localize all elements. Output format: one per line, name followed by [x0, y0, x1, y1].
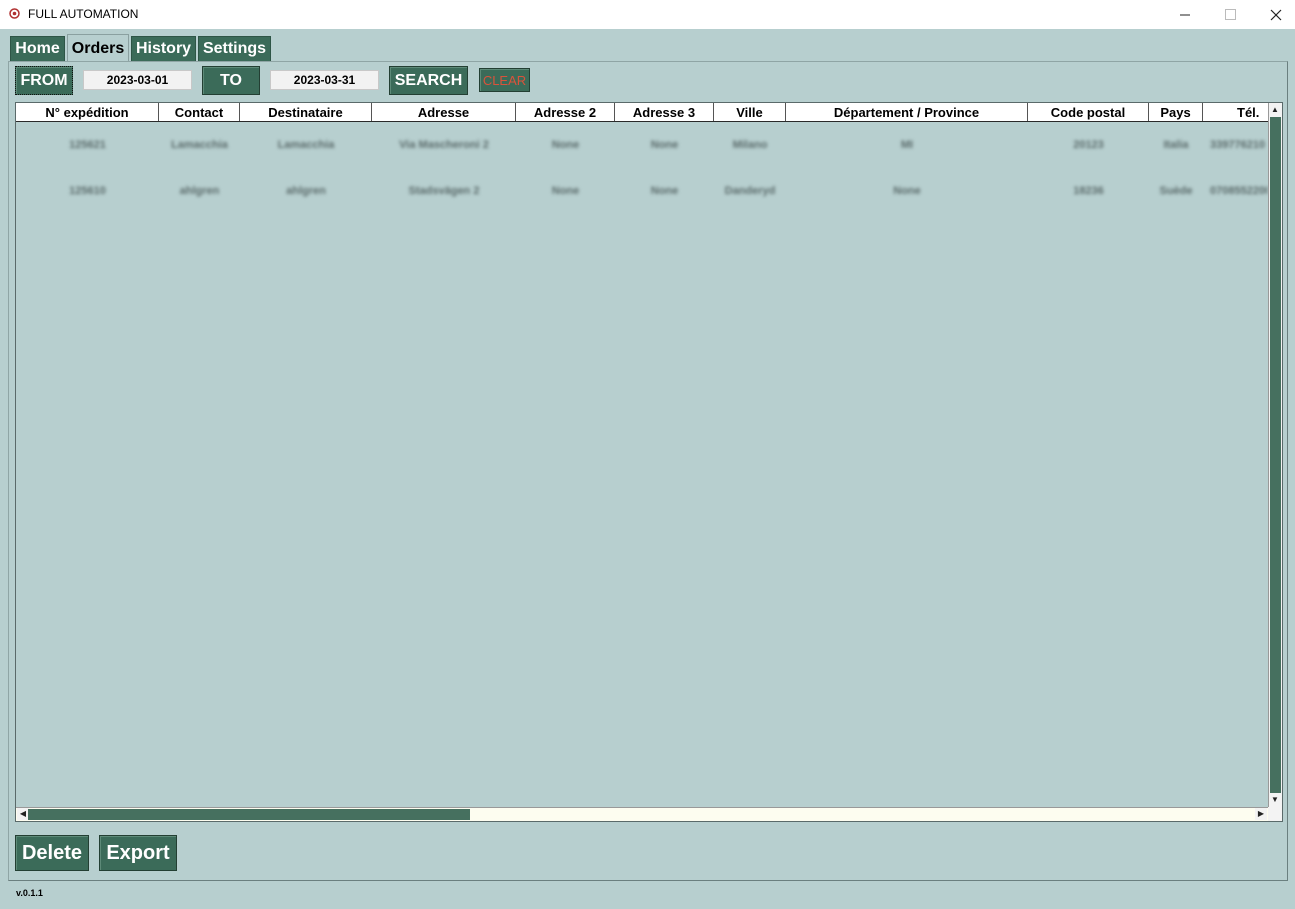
table-header: N° expédition Contact Destinataire Adres… — [16, 103, 1268, 122]
orders-table: N° expédition Contact Destinataire Adres… — [15, 102, 1283, 822]
table-cell: Via Mascheroni 2 — [399, 139, 489, 151]
clear-button[interactable]: CLEAR — [479, 68, 530, 92]
column-header[interactable]: Code postal — [1028, 103, 1149, 121]
close-button[interactable] — [1253, 0, 1295, 29]
version-label: v.0.1.1 — [16, 888, 43, 898]
table-cell: None — [650, 139, 679, 151]
tab-history[interactable]: History — [131, 36, 196, 61]
table-cell: Lamacchia — [277, 139, 335, 151]
minimize-button[interactable] — [1162, 0, 1208, 29]
table-cell: Milano — [732, 139, 768, 151]
maximize-button[interactable] — [1207, 0, 1253, 29]
table-row[interactable]: 125621 Lamacchia Lamacchia Via Mascheron… — [16, 125, 1268, 165]
column-header[interactable]: Tél. — [1203, 103, 1268, 121]
search-button[interactable]: SEARCH — [389, 66, 468, 95]
table-cell: 125621 — [69, 139, 106, 151]
table-cell: 339776210 — [1210, 139, 1266, 151]
table-row[interactable]: 125610 ahlgren ahlgren Stadsvägen 2 None… — [16, 171, 1268, 211]
scroll-up-icon[interactable]: ▲ — [1269, 104, 1281, 116]
from-button[interactable]: FROM — [15, 66, 73, 95]
column-header[interactable]: N° expédition — [16, 103, 159, 121]
table-cell: Danderyd — [724, 185, 776, 197]
column-header[interactable]: Pays — [1149, 103, 1203, 121]
title-bar: FULL AUTOMATION — [0, 0, 1295, 29]
table-cell: Suède — [1159, 185, 1193, 197]
horizontal-scrollbar[interactable]: ◀ ▶ — [16, 807, 1268, 821]
table-cell: None — [650, 185, 679, 197]
horizontal-scroll-thumb[interactable] — [28, 809, 470, 820]
delete-button[interactable]: Delete — [15, 835, 89, 871]
column-header[interactable]: Adresse — [372, 103, 516, 121]
table-cell: None — [551, 139, 580, 151]
table-cell: Italia — [1163, 139, 1189, 151]
table-cell: MI — [900, 139, 914, 151]
table-cell: Stadsvägen 2 — [408, 185, 480, 197]
tab-orders[interactable]: Orders — [67, 34, 129, 62]
column-header[interactable]: Département / Province — [786, 103, 1028, 121]
vertical-scrollbar[interactable]: ▲ ▼ — [1268, 103, 1282, 807]
column-header[interactable]: Ville — [714, 103, 786, 121]
to-date-field[interactable]: 2023-03-31 — [270, 70, 379, 90]
minimize-icon — [1179, 14, 1190, 16]
vertical-scroll-thumb[interactable] — [1270, 117, 1281, 793]
column-header[interactable]: Adresse 2 — [516, 103, 615, 121]
app-logo-icon — [9, 8, 20, 19]
table-cell: None — [551, 185, 580, 197]
table-cell: None — [893, 185, 921, 197]
export-button[interactable]: Export — [99, 835, 177, 871]
table-cell: 20123 — [1073, 139, 1104, 151]
table-cell: 18236 — [1073, 185, 1104, 197]
table-cell: 0708552200 — [1210, 185, 1268, 197]
maximize-icon — [1224, 9, 1236, 20]
scroll-down-icon[interactable]: ▼ — [1269, 794, 1281, 806]
window-title: FULL AUTOMATION — [28, 7, 139, 21]
column-header[interactable]: Contact — [159, 103, 240, 121]
table-cell: ahlgren — [179, 185, 220, 197]
table-cell: 125610 — [69, 185, 106, 197]
from-date-field[interactable]: 2023-03-01 — [83, 70, 192, 90]
tab-home[interactable]: Home — [10, 36, 65, 61]
tab-settings[interactable]: Settings — [198, 36, 271, 61]
table-cell: ahlgren — [286, 185, 326, 197]
column-header[interactable]: Adresse 3 — [615, 103, 714, 121]
close-icon — [1270, 9, 1282, 20]
table-cell: Lamacchia — [171, 139, 228, 151]
to-button[interactable]: TO — [202, 66, 260, 95]
scroll-right-icon[interactable]: ▶ — [1255, 808, 1267, 820]
column-header[interactable]: Destinataire — [240, 103, 372, 121]
scrollbar-corner — [1268, 807, 1282, 821]
